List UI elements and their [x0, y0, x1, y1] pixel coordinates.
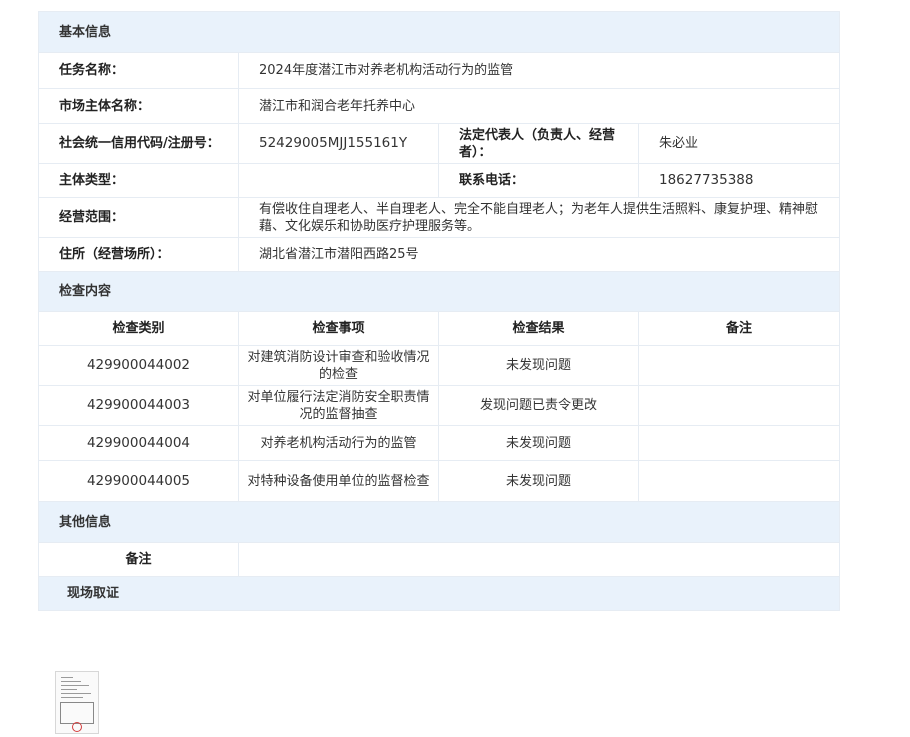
other-note-label: 备注 — [38, 542, 239, 577]
legal-rep-value: 朱必业 — [637, 123, 841, 164]
address-label: 住所（经营场所）： — [38, 237, 239, 272]
entity-type-value — [238, 163, 439, 198]
row-note — [637, 385, 841, 426]
section-check-content: 检查内容 — [37, 271, 841, 312]
inspection-record: 基本信息 任务名称： 2024年度潜江市对养老机构活动行为的监管 市场主体名称：… — [37, 11, 841, 611]
record-table: 基本信息 任务名称： 2024年度潜江市对养老机构活动行为的监管 市场主体名称：… — [37, 11, 841, 611]
table-row: 429900044004 对养老机构活动行为的监管 未发现问题 — [38, 425, 841, 461]
other-note-value — [237, 542, 841, 577]
task-name-label: 任务名称： — [38, 52, 239, 89]
row-category-code: 429900044002 — [38, 345, 239, 386]
table-row: 429900044003 对单位履行法定消防安全职责情况的监督抽查 发现问题已责… — [38, 385, 841, 426]
row-result: 未发现问题 — [438, 425, 639, 461]
credit-code-label: 社会统一信用代码/注册号： — [38, 123, 239, 164]
row-result: 未发现问题 — [438, 345, 639, 386]
section-basic-info: 基本信息 — [37, 11, 841, 53]
legal-rep-label: 法定代表人（负责人、经营者）： — [438, 123, 639, 164]
row-result: 发现问题已责令更改 — [438, 385, 639, 426]
column-header-category: 检查类别 — [38, 311, 239, 346]
row-note — [637, 425, 841, 461]
business-scope-value: 有偿收住自理老人、半自理老人、完全不能自理老人；为老年人提供生活照料、康复护理、… — [237, 197, 841, 238]
document-thumbnail-icon[interactable] — [55, 671, 99, 734]
credit-code-value: 52429005MJJ155161Y — [238, 123, 439, 164]
row-note — [637, 345, 841, 386]
entity-name-value: 潜江市和润合老年托养中心 — [237, 88, 841, 124]
table-row: 429900044005 对特种设备使用单位的监督检查 未发现问题 — [38, 460, 841, 502]
table-row: 429900044002 对建筑消防设计审查和验收情况的检查 未发现问题 — [38, 345, 841, 386]
address-value: 湖北省潜江市潜阳西路25号 — [237, 237, 841, 272]
entity-name-label: 市场主体名称： — [38, 88, 239, 124]
column-header-item: 检查事项 — [238, 311, 439, 346]
phone-label: 联系电话： — [438, 163, 639, 198]
row-category-code: 429900044005 — [38, 460, 239, 502]
row-check-item: 对单位履行法定消防安全职责情况的监督抽查 — [238, 385, 439, 426]
column-header-result: 检查结果 — [438, 311, 639, 346]
row-check-item: 对建筑消防设计审查和验收情况的检查 — [238, 345, 439, 386]
row-result: 未发现问题 — [438, 460, 639, 502]
row-check-item: 对养老机构活动行为的监管 — [238, 425, 439, 461]
section-onsite-evidence: 现场取证 — [37, 576, 841, 611]
row-note — [637, 460, 841, 502]
entity-type-label: 主体类型： — [38, 163, 239, 198]
task-name-value: 2024年度潜江市对养老机构活动行为的监管 — [237, 52, 841, 89]
row-category-code: 429900044004 — [38, 425, 239, 461]
row-check-item: 对特种设备使用单位的监督检查 — [238, 460, 439, 502]
section-other-info: 其他信息 — [37, 501, 841, 543]
phone-value: 18627735388 — [637, 163, 841, 198]
business-scope-label: 经营范围： — [38, 197, 239, 238]
column-header-note: 备注 — [637, 311, 841, 346]
row-category-code: 429900044003 — [38, 385, 239, 426]
